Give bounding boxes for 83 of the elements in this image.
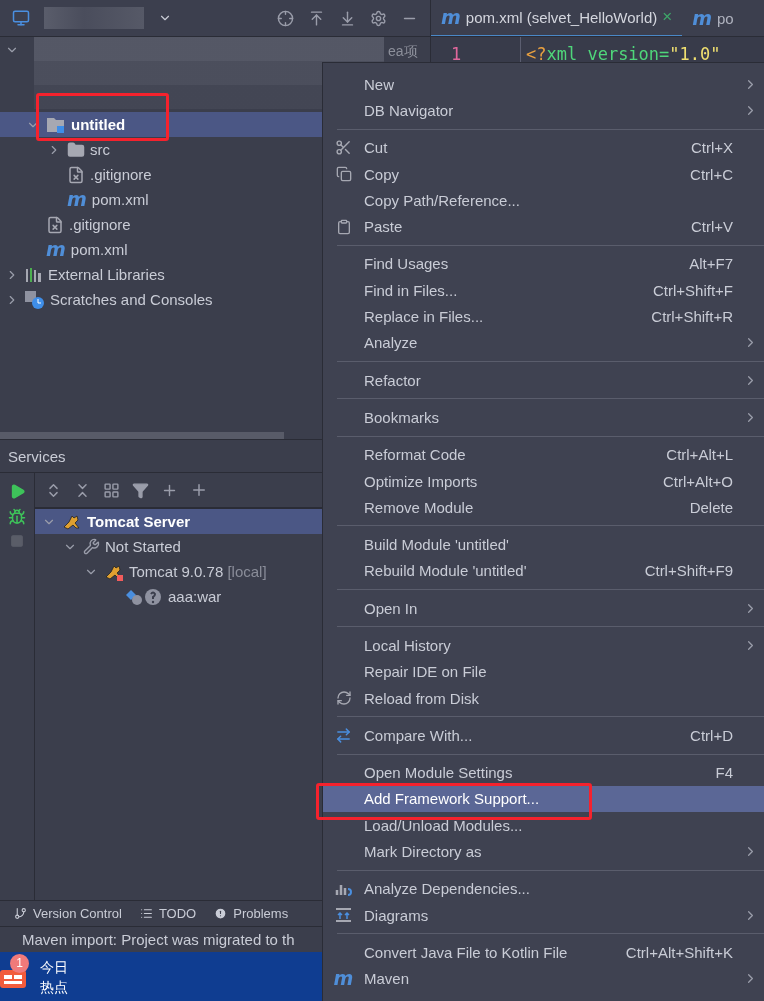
- artifact-icon: [125, 587, 163, 606]
- cat-icon: [62, 512, 82, 531]
- menu-item[interactable]: Analyze: [323, 329, 764, 356]
- tool-window-tab[interactable]: TODO: [139, 906, 197, 921]
- maven-icon: m: [441, 7, 461, 27]
- collapse-all-icon[interactable]: [308, 9, 325, 27]
- menu-item[interactable]: Mark Directory as: [323, 838, 764, 865]
- clipboard-icon: [335, 218, 352, 235]
- tree-item[interactable]: Tomcat Server: [87, 513, 191, 530]
- locate-icon[interactable]: [277, 9, 294, 27]
- menu-item[interactable]: Bookmarks: [323, 404, 764, 431]
- group-icon[interactable]: [103, 481, 120, 499]
- maven-icon: m: [692, 8, 712, 28]
- menu-item[interactable]: Open In: [323, 595, 764, 622]
- debug-icon[interactable]: [8, 508, 26, 526]
- tree-item[interactable]: Tomcat 9.0.78 [local]: [129, 563, 267, 580]
- maven-icon: m: [46, 240, 66, 259]
- libraries-icon: [25, 266, 43, 283]
- filter-icon[interactable]: [132, 481, 149, 499]
- tree-item[interactable]: src: [90, 141, 110, 158]
- wrench-icon: [83, 538, 100, 555]
- scratches-icon: [25, 290, 45, 309]
- expand-all-icon[interactable]: [339, 9, 356, 27]
- tool-window-tab[interactable]: Version Control: [14, 906, 122, 921]
- folder-icon: [67, 140, 85, 159]
- ignored-file-icon: [46, 215, 64, 234]
- news-title: 今日: [40, 957, 68, 977]
- menu-item[interactable]: Refactor: [323, 366, 764, 394]
- settings-icon[interactable]: [370, 9, 387, 27]
- warning-icon: [214, 907, 228, 920]
- reload-icon: [335, 690, 352, 707]
- editor-tab[interactable]: m pom.xml (selvet_HelloWorld) ×: [431, 0, 683, 36]
- menu-item[interactable]: Copy Path/Reference...: [323, 187, 764, 214]
- news-subtitle: 热点: [40, 977, 68, 997]
- menu-item[interactable]: Repair IDE on File: [323, 658, 764, 685]
- tree-item[interactable]: External Libraries: [48, 266, 165, 283]
- menu-item[interactable]: Load/Unload Modules...: [323, 812, 764, 839]
- menu-item[interactable]: Cut Ctrl+X: [323, 134, 764, 161]
- close-icon[interactable]: ×: [662, 7, 673, 27]
- menu-item[interactable]: Diagrams: [323, 902, 764, 929]
- menu-item[interactable]: Build Module 'untitled': [323, 531, 764, 558]
- menu-item[interactable]: Local History: [323, 632, 764, 659]
- menu-item[interactable]: Rebuild Module 'untitled' Ctrl+Shift+F9: [323, 557, 764, 585]
- news-icon[interactable]: [0, 967, 28, 988]
- module-folder-icon: [46, 115, 66, 134]
- menu-item[interactable]: Reload from Disk: [323, 684, 764, 712]
- scissors-icon: [335, 139, 352, 157]
- menu-item[interactable]: Paste Ctrl+V: [323, 213, 764, 240]
- tree-item[interactable]: .gitignore: [69, 216, 131, 233]
- menu-item[interactable]: Compare With... Ctrl+D: [323, 722, 764, 749]
- tree-item[interactable]: untitled: [71, 116, 126, 133]
- editor-tab[interactable]: m po: [682, 0, 744, 36]
- tree-item[interactable]: aaa:war: [168, 588, 222, 605]
- maven-icon: m: [67, 190, 87, 209]
- menu-item[interactable]: Replace in Files... Ctrl+Shift+R: [323, 303, 764, 330]
- list-icon: [139, 907, 153, 920]
- compare-icon: [335, 726, 352, 744]
- copy-icon: [335, 166, 352, 183]
- tree-item[interactable]: .gitignore: [90, 166, 152, 183]
- window-icon: [12, 9, 30, 27]
- maven-icon: m: [333, 969, 354, 989]
- branch-icon: [14, 907, 27, 920]
- menu-item[interactable]: Find Usages Alt+F7: [323, 250, 764, 278]
- notification-badge: 1: [10, 953, 29, 973]
- menu-item[interactable]: Add Framework Support...: [323, 785, 764, 813]
- ignored-file-icon: [67, 165, 85, 184]
- tree-item[interactable]: Scratches and Consoles: [50, 291, 213, 308]
- add-icon[interactable]: [190, 481, 208, 499]
- tree-item[interactable]: pom.xml: [70, 241, 128, 258]
- menu-item[interactable]: Copy Ctrl+C: [323, 160, 764, 188]
- menu-item[interactable]: Analyze Dependencies...: [323, 875, 764, 902]
- partial-label: ea项: [388, 43, 418, 61]
- menu-item[interactable]: Open Module Settings F4: [323, 759, 764, 786]
- cat-icon: [104, 562, 124, 581]
- menu-item[interactable]: m Maven: [323, 965, 764, 992]
- menu-item[interactable]: Find in Files... Ctrl+Shift+F: [323, 277, 764, 304]
- tool-window-tab[interactable]: Problems: [214, 906, 289, 921]
- code-line: <?xml version="1.0": [525, 44, 721, 64]
- tree-item[interactable]: Not Started: [105, 538, 181, 555]
- tree-item[interactable]: pom.xml: [91, 191, 149, 208]
- menu-item[interactable]: New: [323, 71, 764, 98]
- diagram-icon: [335, 907, 352, 924]
- scrollbar[interactable]: [0, 432, 284, 439]
